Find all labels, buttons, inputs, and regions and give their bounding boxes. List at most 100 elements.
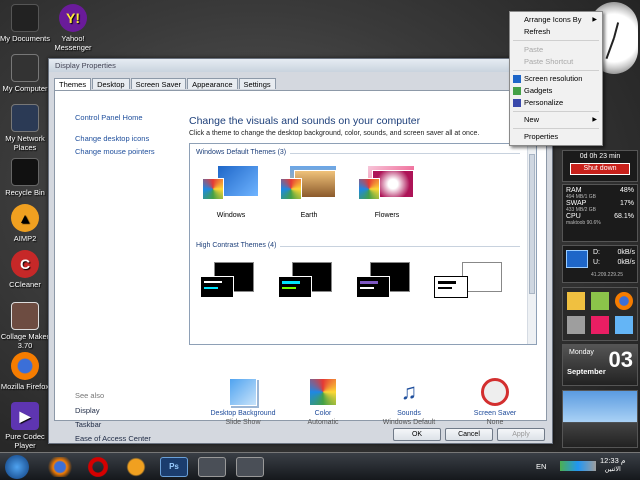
tab-screen-saver[interactable]: Screen Saver [130, 78, 187, 89]
submenu-arrow-icon: ▶ [592, 117, 597, 123]
taskbar: Ps EN 12:33 م الاثنين [0, 452, 640, 480]
aimp-icon: ▲ [11, 204, 39, 232]
upload-label: U: [593, 259, 600, 266]
screen-saver-setting[interactable]: Screen Saver None [455, 378, 535, 426]
desktop-icon-aimp[interactable]: ▲ AIMP2 [0, 204, 50, 243]
personalize-icon [513, 99, 521, 107]
clock-time: 12:33 [600, 456, 619, 465]
sounds-setting[interactable]: ♫ Sounds Windows Default [369, 378, 449, 426]
paint-icon[interactable] [591, 316, 609, 334]
left-nav: Control Panel Home Change desktop icons … [75, 111, 180, 158]
folder-icon[interactable] [567, 292, 585, 310]
theme-high-contrast-2[interactable] [278, 262, 332, 300]
shutdown-label: Shut down [583, 165, 617, 172]
cancel-button[interactable]: Cancel [445, 428, 493, 441]
apply-button[interactable]: Apply [497, 428, 545, 441]
ok-button[interactable]: OK [393, 428, 441, 441]
cpu-detail: maktoob 90.6% [566, 220, 601, 226]
theme-windows[interactable]: Windows [200, 166, 262, 219]
tray-clock[interactable]: 12:33 م الاثنين [600, 456, 626, 474]
desktop-icon-yahoo[interactable]: Y! Yahoo! Messenger [48, 4, 98, 52]
see-also-ease-of-access-link[interactable]: Ease of Access Center [75, 432, 151, 446]
menu-personalize[interactable]: Personalize [524, 98, 563, 107]
download-row: D: 0kB/s [593, 249, 635, 256]
network-gadget: D: 0kB/s U: 0kB/s 41.209.229.25 [562, 245, 638, 283]
menu-new[interactable]: New [524, 115, 539, 124]
calendar-gadget: Monday 03 September [562, 344, 638, 386]
tab-desktop[interactable]: Desktop [92, 78, 130, 89]
tab-appearance[interactable]: Appearance [187, 78, 238, 89]
desktop-icon-codec-player[interactable]: ▶ Pure Codec Player [0, 402, 50, 450]
clock-day: الاثنين [604, 466, 621, 473]
notepad-icon[interactable] [615, 316, 633, 334]
theme-flowers[interactable]: Flowers [356, 166, 418, 219]
sounds-label: Sounds [397, 410, 421, 417]
desktop-icon-firefox[interactable]: Mozilla Firefox [0, 352, 50, 391]
menu-arrange-icons-by[interactable]: Arrange Icons By [524, 15, 582, 24]
calendar-date: 03 [608, 347, 633, 372]
tab-themes[interactable]: Themes [54, 78, 92, 90]
menu-gadgets[interactable]: Gadgets [524, 86, 552, 95]
see-also-display-link[interactable]: Display [75, 404, 151, 418]
tray-icons[interactable] [560, 461, 596, 471]
desktop-icon-label: Pure Codec Player [5, 432, 45, 450]
desktop-background-value: Slide Show [225, 419, 261, 426]
desktop-icon-network[interactable]: My Network Places [0, 104, 50, 152]
cpu-percent: 68.1% [614, 213, 634, 220]
page-title: Change the visuals and sounds on your co… [189, 115, 421, 127]
theme-list: Windows Default Themes (3) Windows Earth [189, 143, 537, 345]
themes-panel: Control Panel Home Change desktop icons … [54, 90, 547, 443]
theme-windows-label: Windows [216, 212, 246, 219]
menu-separator [513, 70, 599, 71]
change-mouse-pointers-link[interactable]: Change mouse pointers [75, 145, 180, 158]
theme-windows-thumbnail [200, 166, 262, 206]
change-desktop-icons-link[interactable]: Change desktop icons [75, 132, 180, 145]
firefox-icon[interactable] [615, 292, 633, 310]
slideshow-gadget[interactable] [562, 390, 638, 448]
shutdown-gadget: 0d 0h 23 min Shut down [562, 150, 638, 182]
menu-properties[interactable]: Properties [524, 132, 558, 141]
desktop-icon-collage[interactable]: Collage Maker 3.70 [0, 302, 50, 350]
language-indicator[interactable]: EN [536, 462, 546, 471]
see-also-taskbar-link[interactable]: Taskbar [75, 418, 151, 432]
theme-high-contrast-white[interactable] [434, 262, 502, 300]
desktop-icon-ccleaner[interactable]: C CCleaner [0, 250, 50, 289]
taskbar-aimp-icon[interactable] [122, 457, 150, 477]
display-properties-dialog: Display Properties Themes Desktop Screen… [48, 58, 553, 444]
see-also-heading: See also [75, 391, 105, 400]
calendar-day: Monday [569, 349, 594, 356]
tools-icon[interactable] [567, 316, 585, 334]
shutdown-button[interactable]: Shut down [570, 163, 630, 175]
desktop-icon-my-documents[interactable]: My Documents [0, 4, 50, 43]
control-panel-home-link[interactable]: Control Panel Home [75, 111, 180, 124]
swap-percent: 17% [619, 200, 634, 207]
taskbar-opera-icon[interactable] [84, 457, 112, 477]
codec-player-icon: ▶ [11, 402, 39, 430]
theme-high-contrast-1[interactable] [200, 262, 254, 300]
tab-settings[interactable]: Settings [238, 78, 276, 89]
desktop-background-setting[interactable]: Desktop Background Slide Show [203, 378, 283, 426]
menu-paste-shortcut[interactable]: Paste Shortcut [524, 57, 573, 66]
menu-refresh[interactable]: Refresh [524, 27, 550, 36]
color-icon [309, 378, 337, 406]
color-setting[interactable]: Color Automatic [283, 378, 363, 426]
scrollbar-thumb[interactable] [529, 154, 535, 294]
desktop-icon-my-computer[interactable]: My Computer [0, 54, 50, 93]
theme-high-contrast-3[interactable] [356, 262, 410, 300]
desktop-icon-recycle-bin[interactable]: Recycle Bin [0, 158, 50, 197]
shortcuts-gadget [562, 287, 638, 341]
menu-paste[interactable]: Paste [524, 45, 543, 54]
start-button[interactable] [5, 455, 29, 479]
image-viewer-icon[interactable] [591, 292, 609, 310]
desktop-icon-label: CCleaner [9, 280, 41, 289]
menu-screen-resolution[interactable]: Screen resolution [524, 74, 582, 83]
taskbar-display-properties-icon[interactable] [198, 457, 226, 477]
theme-earth[interactable]: Earth [278, 166, 340, 219]
desktop-background-icon [229, 378, 257, 406]
taskbar-window-icon[interactable] [236, 457, 264, 477]
theme-list-scrollbar[interactable] [527, 144, 536, 344]
page-subtitle: Click a theme to change the desktop back… [189, 130, 480, 137]
taskbar-firefox-icon[interactable] [46, 457, 74, 477]
theme-flowers-thumbnail [356, 166, 418, 206]
taskbar-photoshop-icon[interactable]: Ps [160, 457, 188, 477]
